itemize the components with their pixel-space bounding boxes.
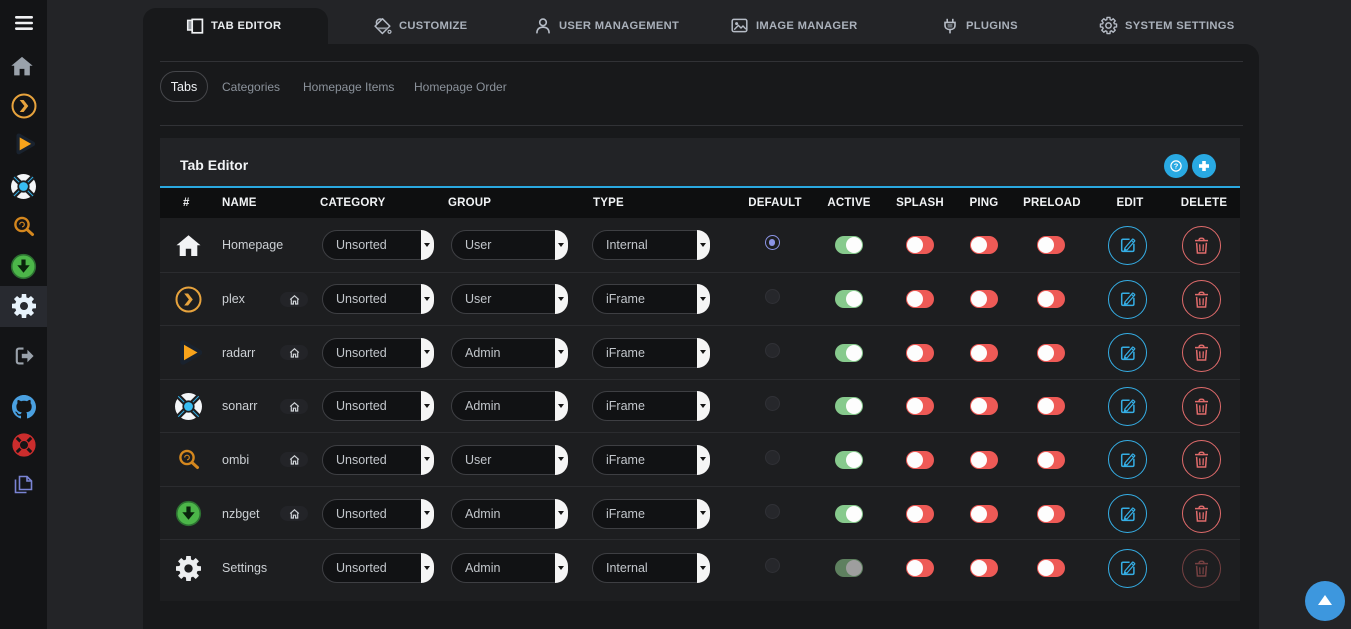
svg-text:?: ? [1174, 162, 1179, 171]
